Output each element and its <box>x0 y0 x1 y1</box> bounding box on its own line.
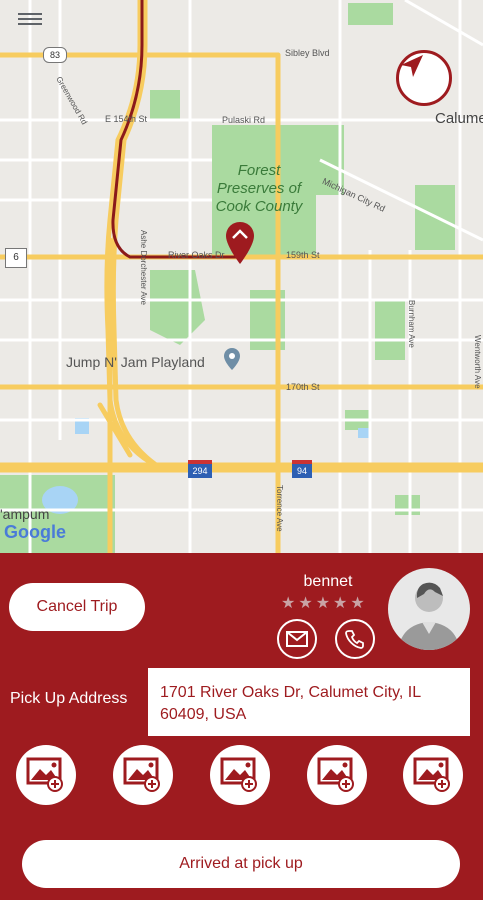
add-photo-button[interactable] <box>113 745 173 805</box>
street-label: Pulaski Rd <box>222 115 266 125</box>
interstate-shield: 294 <box>188 460 212 478</box>
interstate-shield: 94 <box>292 460 312 478</box>
street-label: River Oaks Dr <box>168 250 225 260</box>
trip-panel: Cancel Trip bennet ★ ★ ★ ★ ★ Pick Up Add… <box>0 553 483 900</box>
park-area <box>375 300 405 360</box>
park-area <box>150 90 180 120</box>
cancel-trip-button[interactable]: Cancel Trip <box>9 583 145 631</box>
rating-stars: ★ ★ ★ ★ ★ <box>281 595 365 613</box>
driver-name: bennet <box>303 573 353 590</box>
star-icon: ★ <box>333 595 348 612</box>
add-photo-button[interactable] <box>16 745 76 805</box>
pickup-address-label: Pick Up Address <box>10 690 128 707</box>
park-area <box>150 270 205 345</box>
add-image-icon <box>220 757 257 792</box>
location-pin-icon[interactable] <box>224 348 240 370</box>
street-label: Sibley Blvd <box>285 48 330 58</box>
street-label: Ashe Dorchester Ave <box>139 230 148 306</box>
navigation-arrow-icon[interactable] <box>396 50 452 106</box>
park-area <box>395 495 420 515</box>
add-image-icon <box>26 757 63 792</box>
route-shield: 83 <box>43 47 67 63</box>
star-icon: ★ <box>298 595 313 612</box>
street-label: Wentworth Ave <box>473 335 482 389</box>
star-icon: ★ <box>350 595 365 612</box>
street-label: 170th St <box>286 382 320 392</box>
water-area <box>358 428 370 438</box>
city-label: Calume <box>435 110 483 127</box>
street-label: 159th St <box>286 250 320 260</box>
email-icon[interactable] <box>277 619 317 659</box>
park-label: Forest Preserves of Cook County <box>215 162 303 215</box>
hamburger-menu-icon[interactable] <box>18 10 42 30</box>
poi-label: Jump N' Jam Playland <box>66 354 205 370</box>
street-label: E 154th St <box>105 114 148 124</box>
star-icon: ★ <box>281 595 296 612</box>
avatar <box>388 568 470 650</box>
add-image-icon <box>413 757 450 792</box>
street-label: Burnham Ave <box>407 300 416 348</box>
add-photo-button[interactable] <box>210 745 270 805</box>
add-photo-button[interactable] <box>403 745 463 805</box>
star-icon: ★ <box>315 595 331 612</box>
google-logo: Google <box>4 522 66 542</box>
street-label: Torrence Ave <box>275 485 284 532</box>
map-view[interactable]: Sibley Blvd E 154th St Pulaski Rd Calume… <box>0 0 483 553</box>
park-area <box>348 3 393 25</box>
add-image-icon <box>123 757 160 792</box>
map-pin-icon[interactable] <box>226 222 254 264</box>
add-photo-button[interactable] <box>307 745 367 805</box>
add-image-icon <box>317 757 354 792</box>
arrived-at-pickup-button[interactable]: Arrived at pick up <box>22 840 460 888</box>
phone-icon[interactable] <box>335 619 375 659</box>
route-shield: 6 <box>5 248 27 268</box>
pickup-address-field[interactable]: 1701 River Oaks Dr, Calumet City, IL 604… <box>148 668 470 736</box>
place-label: 'ampum <box>0 506 50 522</box>
